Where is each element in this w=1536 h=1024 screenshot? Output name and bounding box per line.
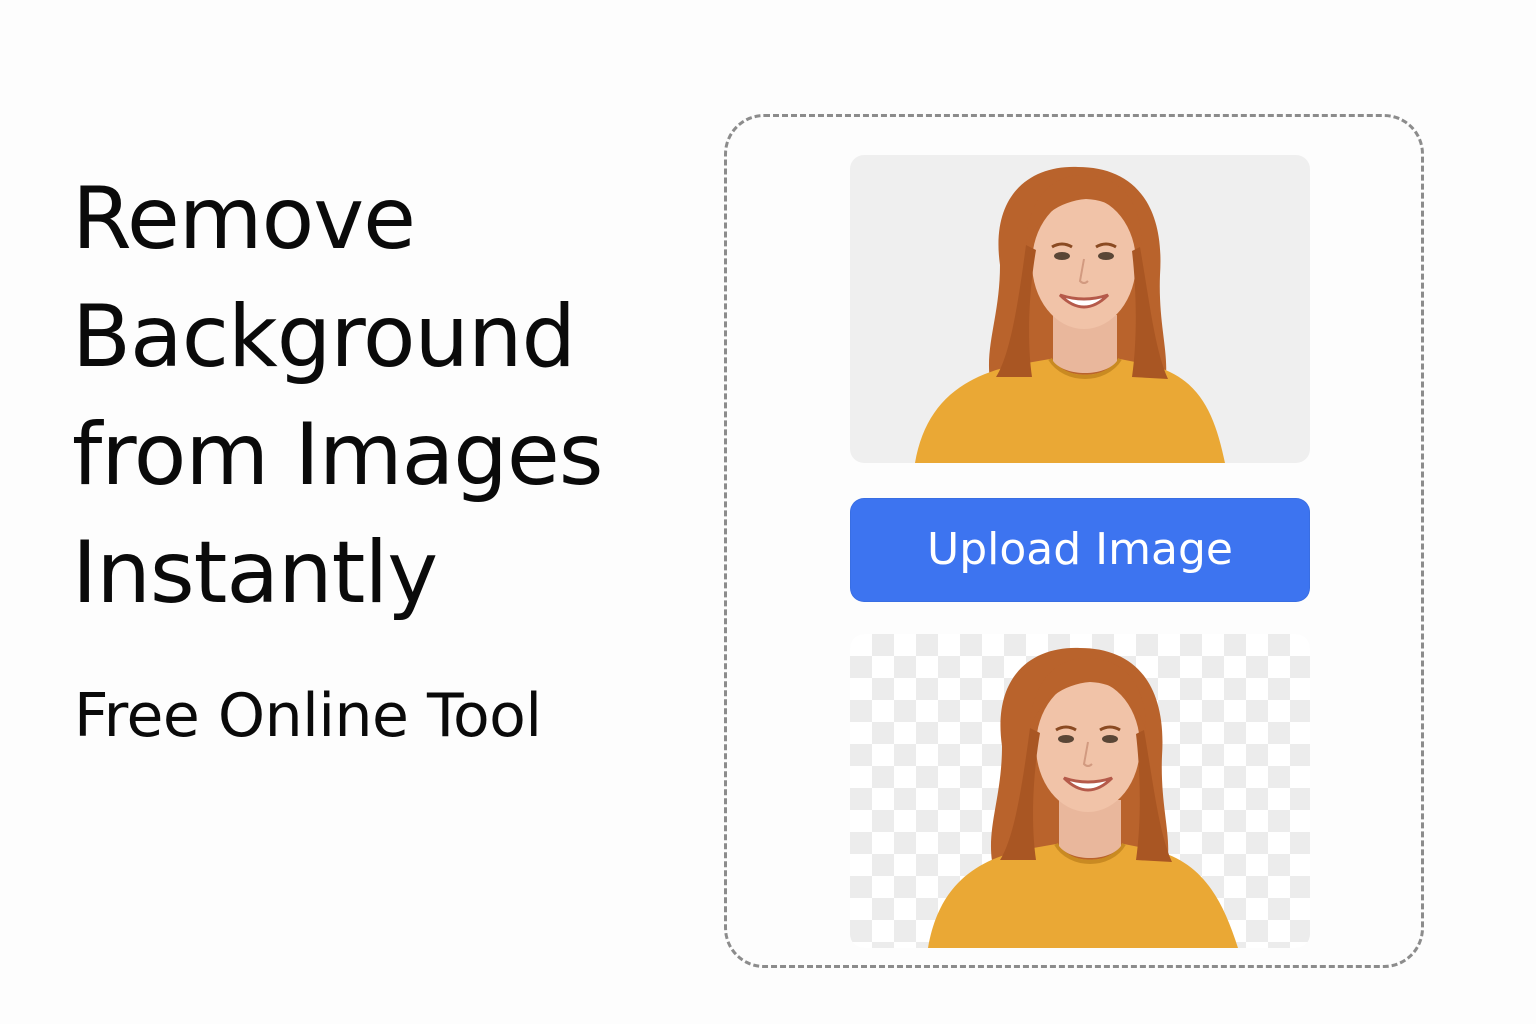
page-subtitle: Free Online Tool <box>74 681 542 751</box>
page-title-line: Background <box>72 287 576 387</box>
page: Remove Background from Images Instantly … <box>0 0 1536 1024</box>
cutout-portrait-photo <box>928 647 1238 948</box>
page-title: Remove Background from Images Instantly <box>72 160 604 632</box>
page-title-line: from Images <box>72 405 604 505</box>
result-image-preview <box>850 634 1310 948</box>
original-image-preview <box>850 155 1310 463</box>
upload-image-button[interactable]: Upload Image <box>850 498 1310 602</box>
portrait-photo <box>915 166 1225 463</box>
page-title-line: Instantly <box>72 523 438 623</box>
page-title-line: Remove <box>72 169 416 269</box>
